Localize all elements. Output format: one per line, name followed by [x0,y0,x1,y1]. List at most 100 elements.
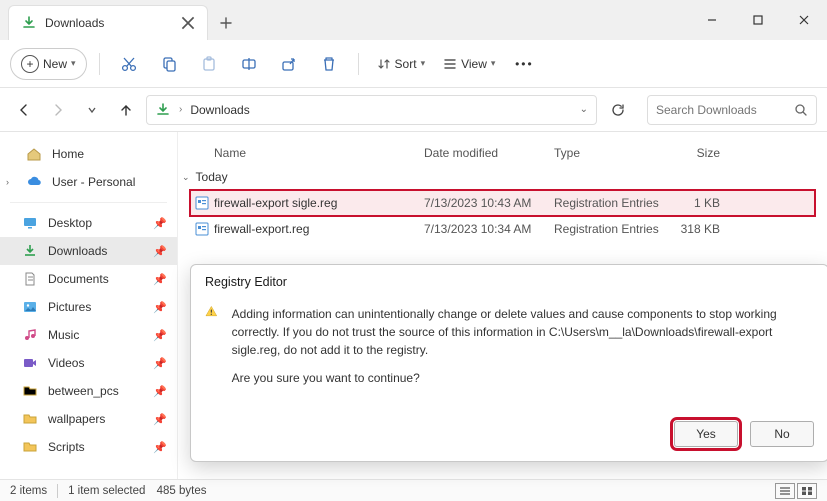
view-button[interactable]: View ▾ [437,48,501,80]
reg-file-icon [194,221,210,237]
share-button[interactable] [272,48,306,80]
sidebar-item-label: Music [48,328,79,342]
sidebar-item-pictures[interactable]: Pictures 📌 [0,293,177,321]
sidebar-item-label: Scripts [48,440,85,454]
nav-row: › Downloads ⌄ [0,88,827,132]
column-header-type[interactable]: Type [554,146,664,160]
column-header-date[interactable]: Date modified [424,146,554,160]
close-tab-icon[interactable] [181,16,195,30]
chevron-down-icon: ▾ [71,58,76,69]
sidebar-item-between-pcs[interactable]: between_pcs 📌 [0,377,177,405]
breadcrumb[interactable]: Downloads [190,103,249,117]
recent-locations-button[interactable] [78,96,106,124]
sidebar-item-home[interactable]: Home [0,140,177,168]
chevron-right-icon[interactable]: › [6,177,9,187]
pin-icon: 📌 [153,357,167,370]
registry-editor-dialog: Registry Editor Adding information can u… [190,264,827,462]
reg-file-icon [194,195,210,211]
forward-button[interactable] [44,96,72,124]
chevron-down-icon: ▾ [491,58,496,69]
file-type: Registration Entries [554,196,664,210]
sidebar-item-user[interactable]: › User - Personal [0,168,177,196]
sidebar-item-videos[interactable]: Videos 📌 [0,349,177,377]
folder-icon [22,383,38,399]
tab-downloads[interactable]: Downloads [8,5,208,40]
sort-button[interactable]: Sort ▾ [371,48,432,80]
sidebar-item-label: Videos [48,356,84,370]
download-arrow-icon [21,15,37,31]
file-date: 7/13/2023 10:34 AM [424,222,554,236]
chevron-down-icon: ⌄ [182,172,190,183]
no-button[interactable]: No [750,421,814,447]
more-button[interactable]: ••• [507,48,541,80]
pin-icon: 📌 [153,329,167,342]
cloud-icon [26,174,42,190]
sidebar-item-music[interactable]: Music 📌 [0,321,177,349]
copy-button[interactable] [152,48,186,80]
delete-button[interactable] [312,48,346,80]
file-row[interactable]: firewall-export sigle.reg 7/13/2023 10:4… [190,190,815,216]
sort-label: Sort [395,57,417,71]
title-bar: Downloads [0,0,827,40]
sidebar-item-documents[interactable]: Documents 📌 [0,265,177,293]
sidebar: Home › User - Personal Desktop 📌 Downloa… [0,132,178,479]
maximize-button[interactable] [735,0,781,40]
status-bar: 2 items 1 item selected 485 bytes [0,479,827,501]
column-headers[interactable]: Name Date modified Type Size [190,140,815,166]
download-arrow-icon [22,243,38,259]
new-button[interactable]: + New ▾ [10,48,87,80]
refresh-button[interactable] [603,102,633,118]
file-date: 7/13/2023 10:43 AM [424,196,554,210]
tab-title: Downloads [45,16,173,30]
search-input[interactable] [656,103,776,117]
pin-icon: 📌 [153,217,167,230]
file-name: firewall-export sigle.reg [214,196,424,210]
download-arrow-icon [155,102,171,118]
file-list: Name Date modified Type Size ⌄ Today fir… [178,132,827,479]
pin-icon: 📌 [153,301,167,314]
back-button[interactable] [10,96,38,124]
sidebar-item-label: wallpapers [48,412,105,426]
details-view-button[interactable] [775,483,795,499]
toolbar: + New ▾ Sort ▾ View ▾ ••• [0,40,827,88]
breadcrumb-separator-icon: › [179,104,182,115]
sidebar-item-label: Desktop [48,216,92,230]
view-label: View [461,57,487,71]
dialog-line2: Are you sure you want to continue? [232,369,814,387]
pictures-icon [22,299,38,315]
dialog-message: Adding information can unintentionally c… [232,305,814,397]
sidebar-item-downloads[interactable]: Downloads 📌 [0,237,177,265]
sidebar-item-label: User - Personal [52,175,135,189]
pin-icon: 📌 [153,441,167,454]
address-bar[interactable]: › Downloads ⌄ [146,95,597,125]
paste-button[interactable] [192,48,226,80]
status-selection-size: 485 bytes [157,485,207,497]
sidebar-item-desktop[interactable]: Desktop 📌 [0,209,177,237]
minimize-button[interactable] [689,0,735,40]
folder-icon [22,411,38,427]
cut-button[interactable] [112,48,146,80]
group-header-today[interactable]: ⌄ Today [182,170,815,184]
sidebar-item-label: Downloads [48,244,107,258]
column-header-name[interactable]: Name [214,146,424,160]
chevron-down-icon: ▾ [421,58,426,69]
chevron-down-icon[interactable]: ⌄ [580,104,588,115]
sidebar-item-scripts[interactable]: Scripts 📌 [0,433,177,461]
new-tab-button[interactable] [208,5,244,40]
search-box[interactable] [647,95,817,125]
column-header-size[interactable]: Size [664,146,720,160]
file-row[interactable]: firewall-export.reg 7/13/2023 10:34 AM R… [190,216,815,242]
yes-button[interactable]: Yes [674,421,738,447]
sidebar-item-label: Home [52,147,84,161]
pin-icon: 📌 [153,413,167,426]
sidebar-item-label: Pictures [48,300,91,314]
close-window-button[interactable] [781,0,827,40]
file-name: firewall-export.reg [214,222,424,236]
sidebar-item-wallpapers[interactable]: wallpapers 📌 [0,405,177,433]
rename-button[interactable] [232,48,266,80]
pin-icon: 📌 [153,385,167,398]
plus-circle-icon: + [21,55,39,73]
thumbnails-view-button[interactable] [797,483,817,499]
desktop-icon [22,215,38,231]
up-button[interactable] [112,96,140,124]
